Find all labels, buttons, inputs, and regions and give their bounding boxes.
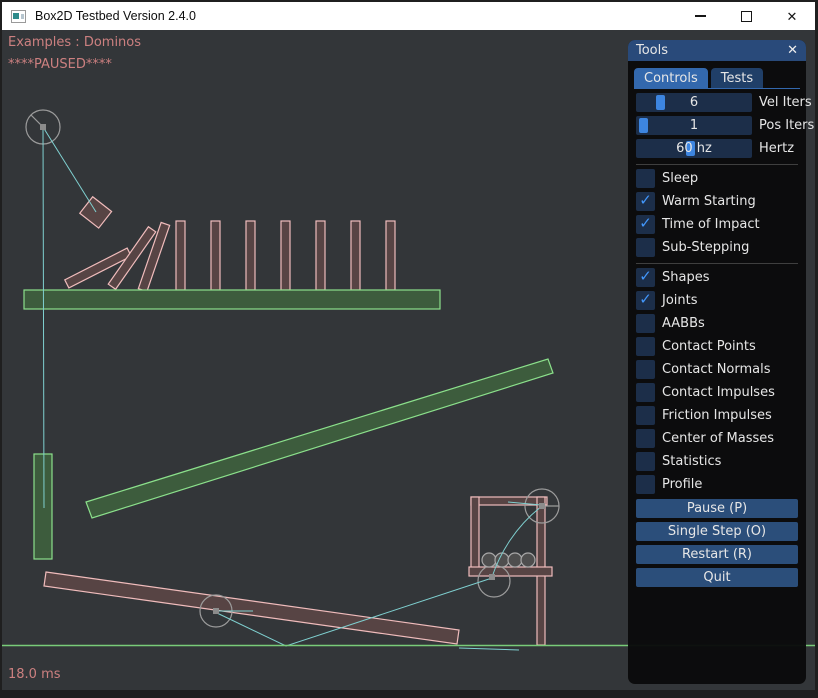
- checkbox-row-time-of-impact[interactable]: ✓ Time of Impact: [636, 215, 798, 234]
- close-icon: ✕: [787, 10, 798, 23]
- hertz-slider[interactable]: 60 hz: [636, 139, 752, 158]
- pos-iters-label: Pos Iters: [759, 118, 814, 133]
- checkbox-row-warm-starting[interactable]: ✓ Warm Starting: [636, 192, 798, 211]
- checkbox-row-center-of-masses[interactable]: ✓ Center of Masses: [636, 429, 798, 448]
- pendulum-bob-box: [80, 197, 112, 228]
- pause-button[interactable]: Pause (P): [636, 499, 798, 518]
- check-icon: ✓: [639, 193, 652, 208]
- joints-checkbox[interactable]: ✓: [636, 291, 655, 310]
- window-title: Box2D Testbed Version 2.4.0: [35, 9, 196, 23]
- paused-label: ****PAUSED****: [8, 57, 112, 72]
- checkbox-row-contact-normals[interactable]: ✓ Contact Normals: [636, 360, 798, 379]
- time-of-impact-checkbox[interactable]: ✓: [636, 215, 655, 234]
- frame-time-label: 18.0 ms: [8, 667, 61, 682]
- anchor-pulley-top: [539, 503, 545, 509]
- quit-button[interactable]: Quit: [636, 568, 798, 587]
- contact-impulses-checkbox[interactable]: ✓: [636, 383, 655, 402]
- sub-stepping-checkbox[interactable]: ✓: [636, 238, 655, 257]
- standing-domino-4: [281, 221, 290, 290]
- minimize-button[interactable]: [677, 2, 723, 30]
- vel-iters-row: 6 Vel Iters: [636, 93, 798, 112]
- separator: [636, 164, 798, 165]
- ball-1: [482, 553, 496, 567]
- checkbox-row-shapes[interactable]: ✓ Shapes: [636, 268, 798, 287]
- ramp-plank: [86, 359, 553, 518]
- frame-left-post: [471, 497, 479, 575]
- pos-iters-value: 1: [636, 116, 752, 135]
- tab-tests[interactable]: Tests: [711, 68, 763, 88]
- dynamic-bodies: [44, 197, 552, 645]
- checkbox-row-sleep[interactable]: ✓ Sleep: [636, 169, 798, 188]
- statistics-checkbox[interactable]: ✓: [636, 452, 655, 471]
- ball-4: [521, 553, 535, 567]
- contact-normals-checkbox[interactable]: ✓: [636, 360, 655, 379]
- checkbox-row-contact-points[interactable]: ✓ Contact Points: [636, 337, 798, 356]
- joint-line-pendulum-vertical: [43, 127, 44, 508]
- app-icon: [11, 10, 26, 23]
- controls-tab-content: 6 Vel Iters 1 Pos Iters 60 hz Hertz ✓ Sl…: [628, 89, 806, 587]
- checkbox-row-statistics[interactable]: ✓ Statistics: [636, 452, 798, 471]
- anchor-pendulum: [40, 124, 46, 130]
- tools-window-title: Tools: [636, 43, 668, 58]
- minimize-icon: [695, 15, 706, 17]
- pos-iters-slider[interactable]: 1: [636, 116, 752, 135]
- standing-domino-5: [316, 221, 325, 290]
- maximize-icon: [741, 11, 752, 22]
- window-controls: ✕: [677, 2, 815, 30]
- aabbs-checkbox[interactable]: ✓: [636, 314, 655, 333]
- shapes-checkbox[interactable]: ✓: [636, 268, 655, 287]
- checkbox-row-joints[interactable]: ✓ Joints: [636, 291, 798, 310]
- tab-bar: Controls Tests: [634, 68, 800, 89]
- ball-3: [508, 553, 522, 567]
- close-button[interactable]: ✕: [769, 2, 815, 30]
- tab-controls[interactable]: Controls: [634, 68, 708, 88]
- profile-checkbox[interactable]: ✓: [636, 475, 655, 494]
- vel-iters-value: 6: [636, 93, 752, 112]
- anchor-seesaw: [213, 608, 219, 614]
- separator: [636, 263, 798, 264]
- seesaw-plank: [44, 572, 459, 644]
- checkbox-row-sub-stepping[interactable]: ✓ Sub-Stepping: [636, 238, 798, 257]
- restart-button[interactable]: Restart (R): [636, 545, 798, 564]
- warm-starting-checkbox[interactable]: ✓: [636, 192, 655, 211]
- checkbox-row-profile[interactable]: ✓ Profile: [636, 475, 798, 494]
- joint-line-ground-right: [459, 648, 519, 650]
- tools-window-titlebar[interactable]: Tools ✕: [628, 40, 806, 61]
- hertz-value: 60 hz: [636, 139, 752, 158]
- single-step-button[interactable]: Single Step (O): [636, 522, 798, 541]
- maximize-button[interactable]: [723, 2, 769, 30]
- hertz-row: 60 hz Hertz: [636, 139, 798, 158]
- anchor-pulley-bottom: [489, 574, 495, 580]
- window-titlebar[interactable]: Box2D Testbed Version 2.4.0 ✕: [2, 2, 815, 30]
- contact-points-checkbox[interactable]: ✓: [636, 337, 655, 356]
- pos-iters-row: 1 Pos Iters: [636, 116, 798, 135]
- friction-impulses-checkbox[interactable]: ✓: [636, 406, 655, 425]
- checkbox-row-contact-impulses[interactable]: ✓ Contact Impulses: [636, 383, 798, 402]
- standing-domino-6: [351, 221, 360, 290]
- vel-iters-label: Vel Iters: [759, 95, 812, 110]
- check-icon: ✓: [639, 216, 652, 231]
- standing-domino-3: [246, 221, 255, 290]
- check-icon: ✓: [639, 292, 652, 307]
- joint-line-pendulum-bob: [43, 127, 96, 212]
- joint-anchors: [40, 124, 545, 614]
- standing-domino-7: [386, 221, 395, 290]
- button-group: Pause (P) Single Step (O) Restart (R) Qu…: [636, 499, 798, 587]
- checkbox-row-aabbs[interactable]: ✓ AABBs: [636, 314, 798, 333]
- center-of-masses-checkbox[interactable]: ✓: [636, 429, 655, 448]
- sleep-checkbox[interactable]: ✓: [636, 169, 655, 188]
- domino-platform: [24, 290, 440, 309]
- example-label: Examples : Dominos: [8, 35, 141, 50]
- vertical-pillar: [34, 454, 52, 559]
- standing-domino-1: [176, 221, 185, 290]
- tools-close-icon[interactable]: ✕: [787, 44, 798, 57]
- tools-window: Tools ✕ Controls Tests 6 Vel Iters 1 Pos…: [628, 40, 806, 684]
- frame-top-bar: [471, 497, 547, 505]
- hertz-label: Hertz: [759, 141, 794, 156]
- checkbox-row-friction-impulses[interactable]: ✓ Friction Impulses: [636, 406, 798, 425]
- vel-iters-slider[interactable]: 6: [636, 93, 752, 112]
- standing-domino-2: [211, 221, 220, 290]
- check-icon: ✓: [639, 269, 652, 284]
